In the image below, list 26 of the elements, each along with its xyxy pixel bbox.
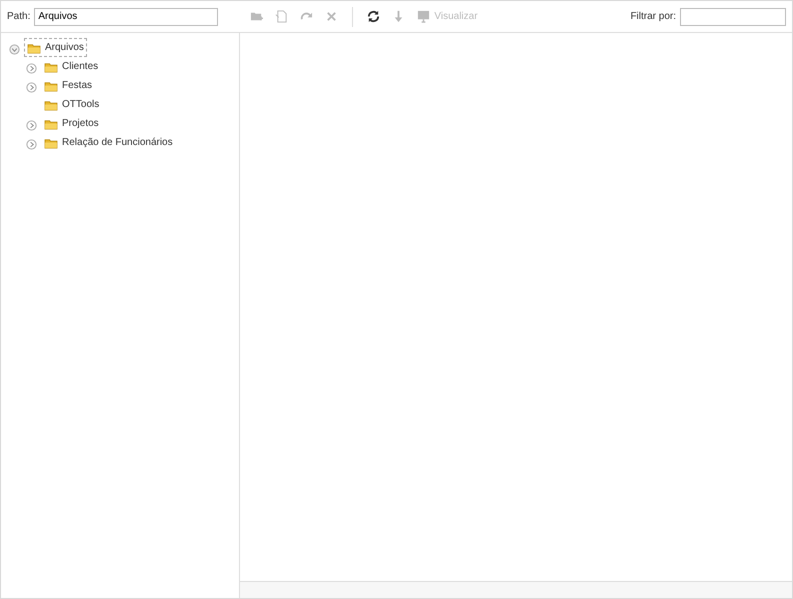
close-icon [325,10,338,23]
expand-icon[interactable] [9,44,20,55]
folder-icon [27,42,41,54]
folder-icon [44,98,58,110]
tree-item[interactable]: Projetos [41,114,102,133]
expand-icon[interactable] [26,82,37,93]
folder-icon [44,118,58,130]
path-field[interactable]: Arquivos [34,8,218,26]
expand-icon[interactable] [26,120,37,131]
monitor-icon [417,10,430,23]
path-label: Path: [7,10,30,24]
folder-icon [44,136,58,148]
tree-item[interactable]: OTTools [41,95,102,114]
folder-icon [44,60,58,72]
tree-item[interactable]: Arquivos [24,38,87,57]
expand-icon[interactable] [26,138,37,150]
folder-icon [44,80,58,92]
tree-item[interactable]: Festas [41,76,96,95]
tree-item[interactable]: Clientes [41,57,102,76]
document-icon [275,10,288,23]
tree-item[interactable]: Relação de Funcionários [41,133,176,152]
expand-icon[interactable] [26,62,37,74]
filter-label: Filtrar por: [630,10,676,24]
filter-field[interactable] [680,8,786,26]
folder-plus-icon [250,10,264,23]
refresh-icon [367,10,380,23]
